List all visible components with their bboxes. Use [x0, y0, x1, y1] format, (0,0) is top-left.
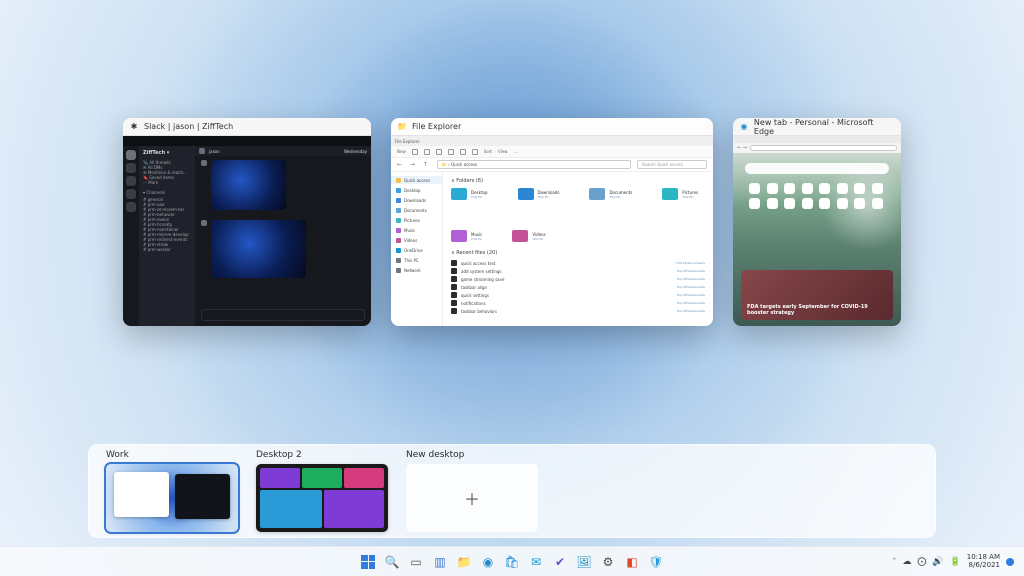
window-titlebar: ◉ New tab - Personal - Microsoft Edge — [733, 118, 901, 136]
windows-logo-icon — [361, 555, 375, 569]
folder-icon: 📁 — [397, 122, 407, 132]
virtual-desktop[interactable]: Desktop 2 — [256, 450, 388, 532]
recent-file-row: add system settingsThis PC\Downloads — [451, 268, 705, 274]
window-titlebar: 📁 File Explorer — [391, 118, 713, 136]
slack-icon: ✱ — [129, 122, 139, 132]
taskbar-center: 🔍 ▭ ▥ 📁 ◉ 🛍 ✉ ✔ 🖼 ⚙ ◧ 🛡 — [359, 553, 665, 571]
virtual-desktop[interactable]: Work — [106, 450, 238, 532]
virtual-desktops-bar: Work Desktop 2 New desktop ＋ — [88, 444, 936, 538]
taskbar-settings-button[interactable]: ⚙ — [599, 553, 617, 571]
quick-access-folder: PicturesThis PC — [662, 188, 698, 200]
search-input: Search Quick access — [637, 160, 707, 169]
nav-item: Quick access — [391, 176, 442, 184]
nav-item: Desktop — [391, 186, 442, 194]
wifi-icon[interactable]: ⨀ — [917, 557, 926, 567]
quick-access-folder: DownloadsThis PC — [518, 188, 560, 200]
window-title: New tab - Personal - Microsoft Edge — [754, 118, 895, 136]
new-desktop-button[interactable]: New desktop ＋ — [406, 450, 538, 532]
quick-access-folder: DesktopThis PC — [451, 188, 488, 200]
desktop-thumbnail[interactable] — [106, 464, 238, 532]
recent-file-row: taskbar alignThis PC\Downloads — [451, 284, 705, 290]
nav-item: This PC — [391, 256, 442, 264]
taskbar-office-button[interactable]: ◧ — [623, 553, 641, 571]
nav-item: Network — [391, 266, 442, 274]
nav-item: Music — [391, 226, 442, 234]
slack-workspace-rail — [123, 146, 139, 326]
desktop-thumbnail[interactable] — [256, 464, 388, 532]
breadcrumb: 📁 › Quick access — [437, 160, 631, 169]
slack-sidebar: ZiffTech ▾ 📎 All threads✉ All DMs☰ Menti… — [139, 146, 195, 326]
slack-channel-item: # prm-worker — [143, 247, 191, 252]
explorer-nav-pane: Quick access Desktop Downloads Documents Pic… — [391, 172, 443, 326]
taskbar-todo-button[interactable]: ✔ — [551, 553, 569, 571]
explorer-address-row: ← → ↑ 📁 › Quick access Search Quick acce… — [391, 158, 713, 172]
window-body: ← → FDA targets early September for COVI… — [733, 136, 901, 326]
taskbar-edge-button[interactable]: ◉ — [479, 553, 497, 571]
window-thumbnail-edge[interactable]: ◉ New tab - Personal - Microsoft Edge ← … — [733, 118, 901, 326]
desktop-label: Desktop 2 — [256, 450, 388, 460]
explorer-content: ∨ Folders (6) DesktopThis PCDownloadsThi… — [443, 172, 713, 326]
nav-back-forward-icon: ← → ↑ — [397, 161, 431, 168]
window-body: File Explorer NewSortView… ← → ↑ 📁 › Qui… — [391, 136, 713, 326]
notifications-icon[interactable] — [1006, 558, 1014, 566]
nav-item: Downloads — [391, 196, 442, 204]
window-body: ZiffTech ▾ 📎 All threads✉ All DMs☰ Menti… — [123, 136, 371, 326]
nav-item: Videos — [391, 236, 442, 244]
edge-icon: ◉ — [739, 122, 749, 132]
slack-main: jason Wednesday — [195, 146, 371, 326]
nav-item: Documents — [391, 206, 442, 214]
taskbar-store-button[interactable]: 🛍 — [503, 553, 521, 571]
taskbar-mail-button[interactable]: ✉ — [527, 553, 545, 571]
explorer-toolbar: NewSortView… — [391, 146, 713, 158]
recent-file-row: game streaming saveThis PC\Downloads — [451, 276, 705, 282]
window-titlebar: ✱ Slack | jason | ZiffTech — [123, 118, 371, 136]
battery-icon[interactable]: 🔋 — [950, 557, 961, 567]
window-thumbnail-file-explorer[interactable]: 📁 File Explorer File Explorer NewSortVie… — [391, 118, 713, 326]
slack-composer — [201, 309, 365, 321]
quick-access-folder: VideosThis PC — [512, 230, 545, 242]
taskbar-explorer-button[interactable]: 📁 — [455, 553, 473, 571]
task-view: ✱ Slack | jason | ZiffTech ZiffTech ▾ 📎 … — [0, 0, 1024, 576]
taskbar-photos-button[interactable]: 🖼 — [575, 553, 593, 571]
open-windows-row: ✱ Slack | jason | ZiffTech ZiffTech ▾ 📎 … — [0, 118, 1024, 326]
recent-file-row: taskbar behaviorsThis PC\Downloads — [451, 308, 705, 314]
nav-item: OneDrive — [391, 246, 442, 254]
quick-access-folder: MusicThis PC — [451, 230, 482, 242]
edge-ntp-search — [745, 163, 889, 174]
system-tray[interactable]: ˄ ☁ ⨀ 🔊 🔋 10:18 AM 8/6/2021 — [892, 554, 1024, 569]
taskbar-clock[interactable]: 10:18 AM 8/6/2021 — [967, 554, 1000, 569]
desktop-label: Work — [106, 450, 238, 460]
taskbar-search-button[interactable]: 🔍 — [383, 553, 401, 571]
window-title: File Explorer — [412, 122, 461, 131]
taskbar-taskview-button[interactable]: ▭ — [407, 553, 425, 571]
quick-access-folder: DocumentsThis PC — [589, 188, 632, 200]
recent-file-row: notificationsThis PC\Downloads — [451, 300, 705, 306]
taskbar-widgets-button[interactable]: ▥ — [431, 553, 449, 571]
taskbar-start-button[interactable] — [359, 553, 377, 571]
nav-item: Pictures — [391, 216, 442, 224]
window-title: Slack | jason | ZiffTech — [144, 122, 233, 131]
plus-icon: ＋ — [464, 486, 480, 510]
taskbar: 🔍 ▭ ▥ 📁 ◉ 🛍 ✉ ✔ 🖼 ⚙ ◧ 🛡 ˄ ☁ ⨀ 🔊 🔋 10:18 AM 8/6/2021 — [0, 546, 1024, 576]
tray-overflow-icon[interactable]: ˄ — [892, 557, 896, 566]
recent-file-row: quick settingsThis PC\Downloads — [451, 292, 705, 298]
recent-file-row: quick access testThis PC\Documents — [451, 260, 705, 266]
edge-news-card: FDA targets early September for COVID-19… — [741, 270, 893, 320]
volume-icon[interactable]: 🔊 — [932, 557, 943, 567]
onedrive-icon[interactable]: ☁ — [902, 557, 911, 567]
taskbar-security-button[interactable]: 🛡 — [647, 553, 665, 571]
slack-sidebar-item: ⋯ More — [143, 180, 191, 185]
window-thumbnail-slack[interactable]: ✱ Slack | jason | ZiffTech ZiffTech ▾ 📎 … — [123, 118, 371, 326]
